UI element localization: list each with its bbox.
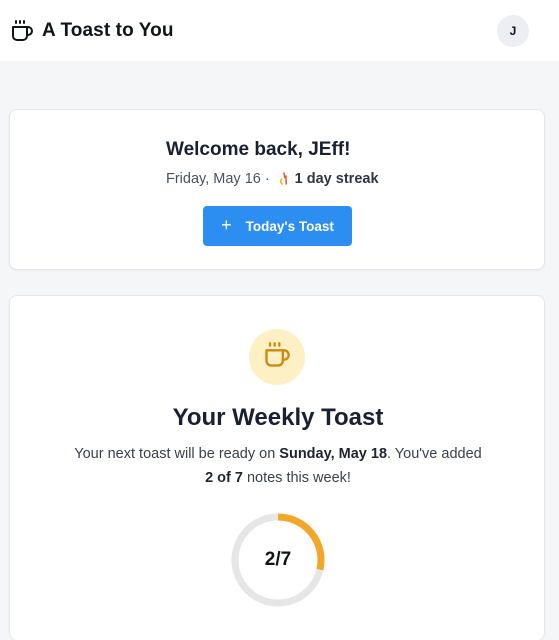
app-title: A Toast to You xyxy=(42,19,174,41)
desc-prefix: Your next toast will be ready on xyxy=(74,446,280,462)
avatar[interactable]: J xyxy=(497,14,529,47)
plus-icon: + xyxy=(221,215,232,235)
weekly-cup-badge xyxy=(249,329,305,385)
desc-suffix: notes this week! xyxy=(242,470,351,486)
weekly-title: Your Weekly Toast xyxy=(172,404,384,431)
top-bar: A Toast to You J xyxy=(0,0,559,61)
coffee-cup-icon xyxy=(263,341,291,374)
desc-middle: . You've added xyxy=(387,446,482,462)
welcome-card: Welcome back, JEff! Friday, May 16 · 1 d… xyxy=(9,109,545,270)
notes-count: 2 of 7 xyxy=(205,470,243,486)
welcome-subtitle: Friday, May 16 · 1 day streak xyxy=(166,171,379,187)
todays-toast-label: Today's Toast xyxy=(245,218,334,234)
welcome-title: Welcome back, JEff! xyxy=(166,139,351,160)
flame-icon xyxy=(276,171,292,187)
coffee-cup-icon xyxy=(10,19,34,43)
weekly-toast-card: Your Weekly Toast Your next toast will b… xyxy=(9,295,545,640)
todays-toast-button[interactable]: + Today's Toast xyxy=(203,206,352,246)
progress-ring: 2/7 xyxy=(230,512,326,608)
weekly-description: Your next toast will be ready on Sunday,… xyxy=(50,442,506,490)
current-date: Friday, May 16 xyxy=(166,171,261,187)
progress-label: 2/7 xyxy=(264,549,292,570)
separator: · xyxy=(264,171,270,187)
streak-count: 1 day streak xyxy=(294,171,379,187)
brand[interactable]: A Toast to You xyxy=(10,19,174,43)
ready-date: Sunday, May 18 xyxy=(279,446,388,462)
